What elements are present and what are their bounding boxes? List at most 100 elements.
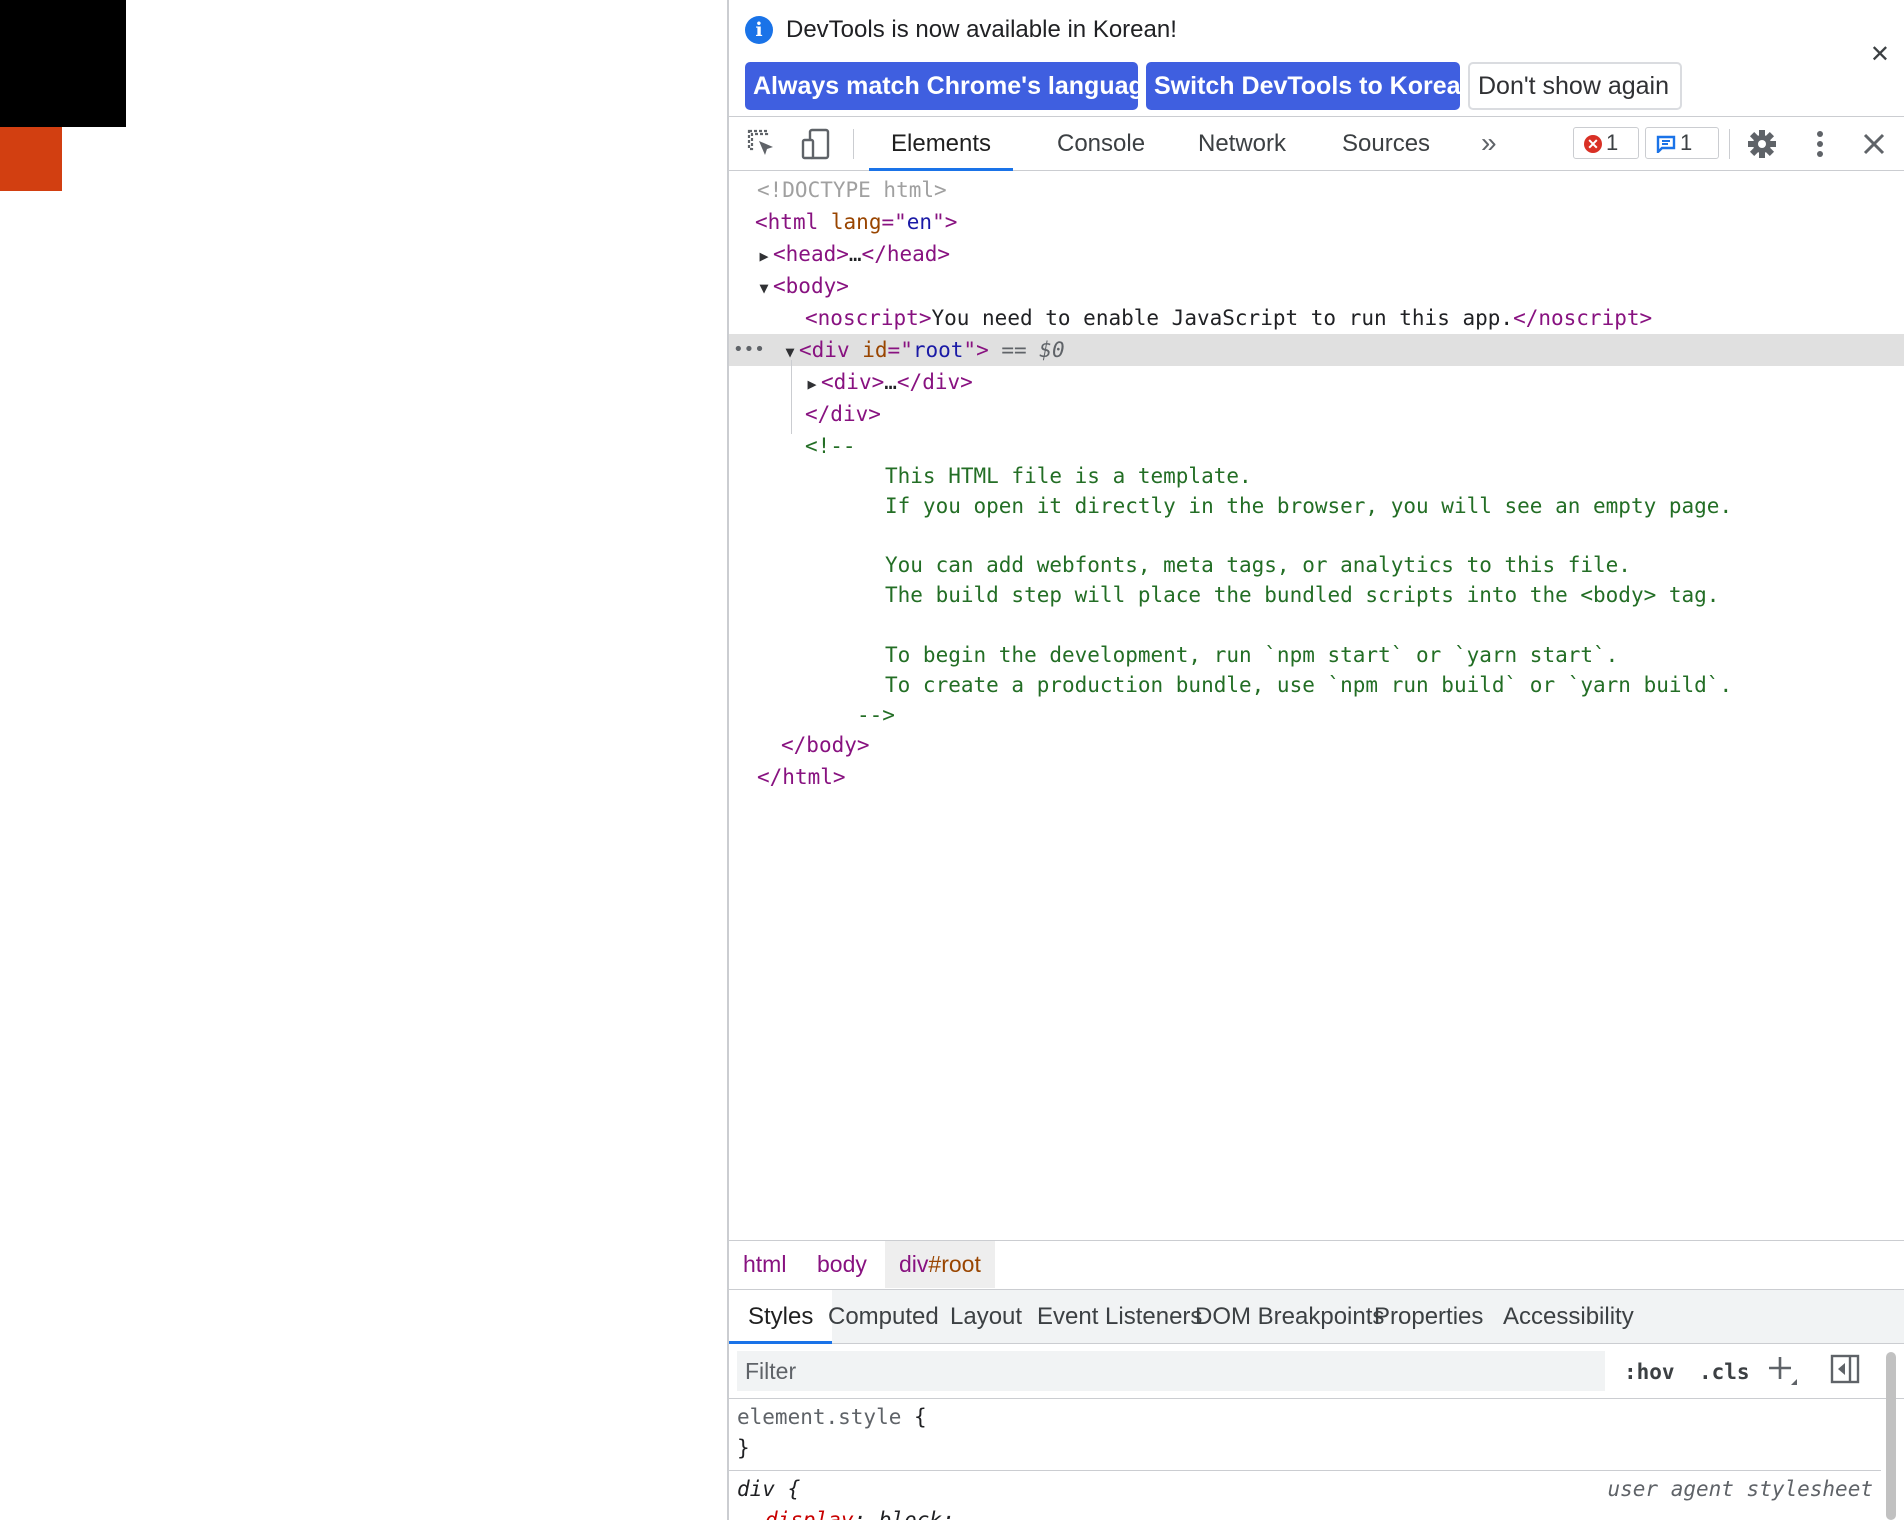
- tab-accessibility[interactable]: Accessibility: [1484, 1290, 1653, 1343]
- tab-properties[interactable]: Properties: [1355, 1290, 1502, 1343]
- close-devtools-icon[interactable]: [1857, 127, 1891, 161]
- comment-close: -->: [857, 703, 895, 727]
- class-toggle-button[interactable]: .cls: [1699, 1353, 1750, 1391]
- body-tag: body: [785, 274, 837, 298]
- styles-filter-input[interactable]: [737, 1351, 1605, 1391]
- comment-open: <!--: [805, 434, 856, 458]
- tree-root-div-selected[interactable]: ••• ▼ <div id="root"> == $0: [729, 334, 1904, 366]
- id-value: root: [912, 338, 964, 362]
- noscript-tag: noscript: [817, 306, 919, 330]
- open-brace: {: [901, 1405, 927, 1429]
- main-toolbar: Elements Console Network Sources » ✕ 1 1: [729, 116, 1904, 171]
- comment-text: If you open it directly in the browser, …: [885, 494, 1733, 518]
- comment-text: You can add webfonts, meta tags, or anal…: [885, 553, 1631, 577]
- close-icon[interactable]: ✕: [1870, 40, 1890, 69]
- tab-console[interactable]: Console: [1035, 117, 1167, 170]
- property-name: display: [765, 1508, 854, 1520]
- message-count-badge[interactable]: 1: [1645, 127, 1719, 159]
- element-style-close: }: [737, 1433, 750, 1464]
- breadcrumb-body[interactable]: body: [803, 1241, 881, 1288]
- switch-to-korean-button[interactable]: Switch DevTools to Korean: [1146, 62, 1476, 110]
- language-infobar: i DevTools is now available in Korean! ✕…: [729, 0, 1904, 115]
- inner-div-tag: div: [833, 370, 872, 394]
- breadcrumb-div-tag: div: [899, 1251, 929, 1277]
- div-ua-rule[interactable]: div {: [737, 1474, 800, 1505]
- settings-gear-icon[interactable]: [1745, 127, 1779, 161]
- display-block-declaration[interactable]: display: block;: [765, 1505, 955, 1520]
- tab-sources[interactable]: Sources: [1320, 117, 1452, 170]
- tree-body-open[interactable]: ▼ <body>: [729, 270, 1904, 302]
- collapse-triangle-icon[interactable]: ▼: [781, 336, 799, 368]
- tab-network[interactable]: Network: [1176, 117, 1308, 170]
- tree-body-close[interactable]: </body>: [729, 729, 1904, 761]
- close-brace: }: [737, 1436, 750, 1460]
- styles-pane: element.style { } div { user agent style…: [729, 1400, 1881, 1520]
- collapse-triangle-icon[interactable]: ▼: [755, 272, 773, 304]
- open-brace: {: [774, 1477, 801, 1501]
- div-selector: div: [737, 1477, 775, 1501]
- breadcrumb: html body div#root: [729, 1240, 1904, 1288]
- tree-root-div-close[interactable]: </div>: [729, 398, 1904, 430]
- dont-show-again-button[interactable]: Don't show again: [1468, 62, 1682, 110]
- error-count-badge[interactable]: ✕ 1: [1573, 127, 1639, 159]
- div-tag: div: [811, 338, 850, 362]
- styles-subtabs: Styles Computed Layout Event Listeners D…: [729, 1289, 1904, 1344]
- comment-line: [729, 609, 1904, 641]
- toggle-sidebar-icon[interactable]: [1829, 1353, 1861, 1385]
- inner-div-close-tag: div: [922, 370, 961, 394]
- noscript-close-tag: noscript: [1538, 306, 1640, 330]
- html-close-tag: html: [782, 765, 833, 789]
- comment-line: This HTML file is a template.: [729, 460, 1904, 492]
- more-options-kebab-icon[interactable]: [1803, 127, 1837, 161]
- div-close-tag: div: [830, 402, 869, 426]
- error-count: 1: [1606, 130, 1619, 155]
- styles-filter-row: :hov .cls: [729, 1345, 1904, 1399]
- breadcrumb-html[interactable]: html: [729, 1241, 800, 1288]
- tree-comment-open[interactable]: <!--: [729, 430, 1904, 462]
- tree-noscript[interactable]: <noscript>You need to enable JavaScript …: [729, 302, 1904, 334]
- comment-text: To create a production bundle, use `npm …: [885, 673, 1733, 697]
- user-agent-stylesheet-label[interactable]: user agent stylesheet: [1607, 1474, 1873, 1505]
- head-tag: head: [785, 242, 837, 266]
- hover-state-button[interactable]: :hov: [1624, 1353, 1675, 1391]
- styles-scrollbar[interactable]: [1884, 1352, 1898, 1520]
- selected-marker: == $0: [1001, 338, 1065, 362]
- always-match-language-button[interactable]: Always match Chrome's language: [745, 62, 1158, 110]
- id-attr: id: [862, 338, 888, 362]
- toolbar-separator: [1729, 129, 1730, 159]
- black-box: [0, 0, 126, 127]
- breadcrumb-div-id: #root: [928, 1251, 981, 1277]
- tree-inner-div-collapsed[interactable]: ▶ <div>…</div>: [729, 366, 1904, 398]
- tree-html-open[interactable]: <html lang="en">: [729, 206, 1904, 238]
- element-style-selector: element.style: [737, 1405, 902, 1429]
- tree-head-collapsed[interactable]: ▶ <head>…</head>: [729, 238, 1904, 270]
- comment-line: [729, 520, 1904, 552]
- comment-text: To begin the development, run `npm start…: [885, 643, 1619, 667]
- inspect-element-icon[interactable]: [745, 127, 779, 161]
- lang-value: en: [906, 210, 933, 234]
- add-style-rule-icon[interactable]: [1765, 1351, 1799, 1387]
- comment-line: The build step will place the bundled sc…: [729, 579, 1904, 611]
- doctype-text: <!DOCTYPE html>: [757, 178, 947, 202]
- expand-triangle-icon[interactable]: ▶: [755, 240, 773, 272]
- device-toolbar-icon[interactable]: [799, 127, 833, 161]
- breadcrumb-div-root[interactable]: div#root: [885, 1241, 995, 1288]
- tree-doctype[interactable]: <!DOCTYPE html>: [729, 174, 1904, 206]
- html-tag: html: [767, 210, 819, 234]
- row-actions-ellipsis-icon[interactable]: •••: [733, 334, 765, 366]
- comment-line: To begin the development, run `npm start…: [729, 639, 1904, 671]
- collapsed-ellipsis: …: [848, 242, 862, 266]
- element-style-rule[interactable]: element.style {: [737, 1402, 927, 1433]
- red-box: [0, 127, 62, 191]
- more-tabs-chevron-icon[interactable]: »: [1481, 117, 1497, 170]
- tree-comment-close[interactable]: -->: [729, 699, 1904, 731]
- tree-html-close[interactable]: </html>: [729, 761, 1904, 793]
- message-icon: [1656, 135, 1676, 154]
- scrollbar-thumb[interactable]: [1886, 1352, 1896, 1520]
- error-icon: ✕: [1584, 135, 1602, 154]
- comment-text: This HTML file is a template.: [885, 464, 1252, 488]
- tab-elements[interactable]: Elements: [869, 117, 1014, 171]
- message-count: 1: [1680, 130, 1693, 155]
- expand-triangle-icon[interactable]: ▶: [803, 368, 821, 400]
- elements-tree: <!DOCTYPE html> <html lang="en"> ▶ <head>…: [729, 172, 1904, 1238]
